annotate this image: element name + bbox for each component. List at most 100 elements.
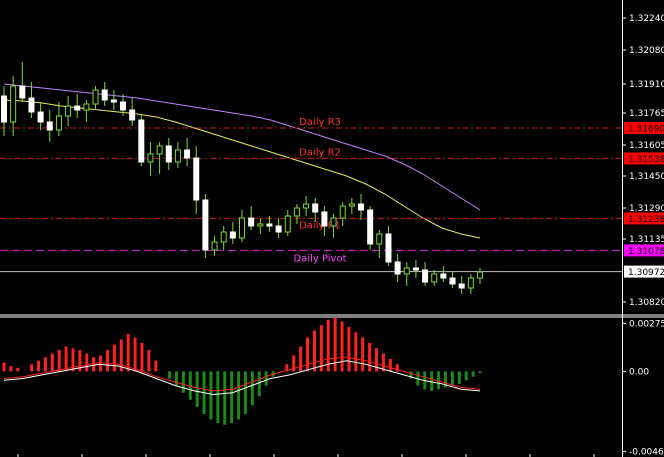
oscillator-tick-label: 0.002754 <box>629 319 664 329</box>
candle <box>211 236 218 256</box>
candle-body <box>394 261 401 275</box>
candle-body <box>211 241 218 251</box>
candle-body <box>367 209 374 245</box>
candle <box>367 206 374 250</box>
candle-body <box>83 103 90 111</box>
price-axis: 1.32240 1.32080 1.31910 1.31765 1.31605 1.314… <box>17 0 664 457</box>
candle <box>348 198 355 214</box>
candle <box>339 202 346 226</box>
price-tick-label: 1.31450 <box>629 172 664 182</box>
candle-body <box>65 105 72 117</box>
candle <box>403 262 410 286</box>
candle-body <box>412 267 419 271</box>
candle-body <box>293 207 300 217</box>
candle-body <box>312 203 319 213</box>
candle-body <box>92 89 99 105</box>
candle-body <box>19 85 26 99</box>
pivot-level-label: Daily Pivot <box>293 253 346 264</box>
candle-body <box>110 99 117 103</box>
candle <box>138 114 145 166</box>
candle <box>19 62 26 102</box>
price-panel: Daily R3Daily R2Daily R1Daily Pivot <box>0 62 664 318</box>
forex-chart: Daily R3Daily R2Daily R1Daily Pivot 1.32… <box>0 0 664 457</box>
pivot-level-label: Daily R3 <box>299 117 341 128</box>
level-price-tag-label: 1.31078 <box>628 247 664 257</box>
candle <box>110 90 117 110</box>
candle <box>385 226 392 266</box>
candle <box>174 142 181 168</box>
candle <box>303 196 310 216</box>
candle <box>229 222 236 244</box>
candle-body <box>257 223 264 227</box>
candle-body <box>74 105 81 111</box>
candle-body <box>129 109 136 121</box>
candle <box>46 110 53 142</box>
candle <box>458 276 465 294</box>
candle <box>275 218 282 238</box>
candle-body <box>385 233 392 263</box>
candle-body <box>184 149 191 159</box>
candle-body <box>165 145 172 163</box>
candle-body <box>101 89 108 101</box>
candle-body <box>403 267 410 275</box>
candle-body <box>248 217 255 227</box>
candle-body <box>477 271 483 279</box>
candle-body <box>193 157 200 201</box>
candle-body <box>348 203 355 207</box>
candle-body <box>330 217 337 227</box>
candle-body <box>275 225 282 233</box>
candle <box>147 142 154 176</box>
candle <box>376 230 383 258</box>
oscillator-panel <box>2 318 482 425</box>
candle <box>431 270 438 286</box>
candle-body <box>358 203 364 211</box>
candle-body <box>339 205 346 219</box>
price-tick-label: 1.31135 <box>629 235 664 245</box>
price-tick-label: 1.31605 <box>629 141 664 151</box>
candle <box>202 194 209 258</box>
candle-body <box>1 95 7 123</box>
candle <box>321 206 328 236</box>
candle-body <box>220 231 227 243</box>
candle-body <box>431 273 438 283</box>
oscillator-tick-label: 0.00 <box>629 367 649 377</box>
candle-body <box>202 199 209 251</box>
candle-body <box>321 211 328 227</box>
candle <box>65 96 72 126</box>
price-tick-label: 1.32080 <box>629 46 664 56</box>
candle <box>101 82 108 106</box>
candle <box>37 102 44 130</box>
slow-moving-average-line <box>3 83 481 211</box>
oscillator-main-line <box>3 356 481 392</box>
candle <box>193 146 200 214</box>
candle-body <box>266 223 273 227</box>
candle <box>422 262 429 286</box>
price-tick-label: 1.32240 <box>629 14 664 24</box>
candle <box>220 226 227 250</box>
candle-body <box>449 277 456 285</box>
candle-body <box>303 203 310 209</box>
candle <box>239 210 245 242</box>
candle <box>248 206 255 230</box>
candle <box>394 254 401 282</box>
candle-body <box>10 85 17 123</box>
candle-body <box>174 149 181 163</box>
level-price-tag-label: 1.31238 <box>628 215 664 225</box>
candle <box>412 260 419 278</box>
candle <box>477 268 483 284</box>
candle <box>74 94 81 118</box>
candle-body <box>422 269 429 283</box>
candle <box>257 218 264 234</box>
level-price-tag-label: 1.31538 <box>628 155 664 165</box>
candle-body <box>120 101 126 111</box>
candle-body <box>138 119 145 163</box>
candle-body <box>55 115 62 131</box>
candle-body <box>376 233 383 245</box>
candle <box>467 274 474 294</box>
candle-body <box>440 273 447 279</box>
candle-body <box>467 277 474 289</box>
candle-body <box>147 153 154 163</box>
candle-body <box>37 111 44 123</box>
candle-body <box>284 215 291 233</box>
oscillator-signal-line <box>3 360 481 396</box>
